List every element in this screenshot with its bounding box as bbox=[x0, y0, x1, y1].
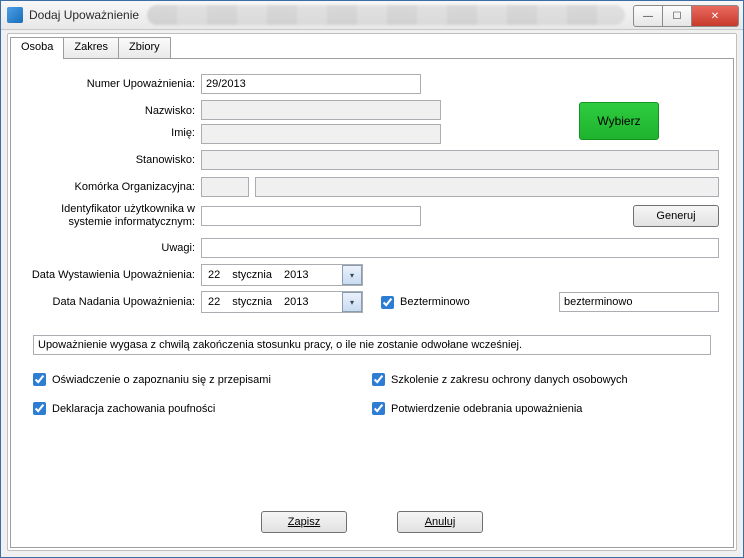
label-uwagi: Uwagi: bbox=[25, 242, 201, 255]
titlebar[interactable]: Dodaj Upoważnienie — ☐ ✕ bbox=[1, 1, 743, 30]
date-wyst-year: 2013 bbox=[278, 269, 314, 281]
tab-osoba[interactable]: Osoba bbox=[10, 37, 64, 59]
checkbox-szkolenie[interactable]: Szkolenie z zakresu ochrony danych osobo… bbox=[372, 373, 683, 386]
client-area: Osoba Zakres Zbiory Numer Upoważnienia: … bbox=[7, 33, 737, 551]
tab-page-osoba: Numer Upoważnienia: Nazwisko: Imię: Wybi… bbox=[10, 58, 734, 548]
close-button[interactable]: ✕ bbox=[692, 5, 739, 27]
label-komorka: Komórka Organizacyjna: bbox=[25, 181, 201, 194]
window-title: Dodaj Upoważnienie bbox=[29, 8, 139, 22]
field-imie bbox=[201, 124, 441, 144]
date-nad-day: 22 bbox=[202, 296, 226, 308]
checkbox-deklaracja-label: Deklaracja zachowania poufności bbox=[52, 403, 215, 415]
checkbox-potwierdzenie[interactable]: Potwierdzenie odebrania upoważnienia bbox=[372, 402, 683, 415]
checkbox-bezterminowo[interactable]: Bezterminowo bbox=[381, 296, 470, 309]
zapisz-button[interactable]: Zapisz bbox=[261, 511, 347, 533]
checkbox-deklaracja-input[interactable] bbox=[33, 402, 46, 415]
tab-zakres[interactable]: Zakres bbox=[63, 37, 119, 59]
minimize-button[interactable]: — bbox=[633, 5, 663, 27]
footer-buttons: Zapisz Anuluj bbox=[11, 511, 733, 533]
date-wyst-day: 22 bbox=[202, 269, 226, 281]
checkbox-potwierdzenie-label: Potwierdzenie odebrania upoważnienia bbox=[391, 403, 582, 415]
datepicker-nadania[interactable]: 22 stycznia 2013 ▾ bbox=[201, 291, 363, 313]
maximize-button[interactable]: ☐ bbox=[663, 5, 692, 27]
datepicker-wystawienia[interactable]: 22 stycznia 2013 ▾ bbox=[201, 264, 363, 286]
checkbox-deklaracja[interactable]: Deklaracja zachowania poufności bbox=[33, 402, 344, 415]
titlebar-background bbox=[147, 5, 625, 25]
field-komorka-kod bbox=[201, 177, 249, 197]
label-data-nad: Data Nadania Upoważnienia: bbox=[25, 296, 201, 309]
input-bezterminowo-text[interactable] bbox=[559, 292, 719, 312]
tab-zbiory[interactable]: Zbiory bbox=[118, 37, 171, 59]
input-note[interactable] bbox=[33, 335, 711, 355]
generuj-button[interactable]: Generuj bbox=[633, 205, 719, 227]
checkbox-oswiadczenie[interactable]: Oświadczenie o zapoznaniu się z przepisa… bbox=[33, 373, 344, 386]
input-uwagi[interactable] bbox=[201, 238, 719, 258]
input-ident[interactable] bbox=[201, 206, 421, 226]
checkbox-szkolenie-input[interactable] bbox=[372, 373, 385, 386]
date-wyst-month: stycznia bbox=[226, 269, 278, 281]
label-stanowisko: Stanowisko: bbox=[25, 154, 201, 167]
date-nad-year: 2013 bbox=[278, 296, 314, 308]
field-komorka-nazwa bbox=[255, 177, 719, 197]
checkbox-potwierdzenie-input[interactable] bbox=[372, 402, 385, 415]
anuluj-button[interactable]: Anuluj bbox=[397, 511, 483, 533]
checkbox-oswiadczenie-label: Oświadczenie o zapoznaniu się z przepisa… bbox=[52, 374, 271, 386]
label-nazwisko: Nazwisko: bbox=[25, 100, 195, 122]
field-nazwisko bbox=[201, 100, 441, 120]
label-imie: Imię: bbox=[25, 122, 195, 144]
checkbox-bezterminowo-input[interactable] bbox=[381, 296, 394, 309]
field-stanowisko bbox=[201, 150, 719, 170]
label-data-wyst: Data Wystawienia Upoważnienia: bbox=[25, 269, 201, 282]
wybierz-button[interactable]: Wybierz bbox=[579, 102, 659, 140]
app-icon bbox=[7, 7, 23, 23]
window: Dodaj Upoważnienie — ☐ ✕ Osoba Zakres Zb… bbox=[0, 0, 744, 558]
window-buttons: — ☐ ✕ bbox=[633, 5, 739, 25]
label-numer: Numer Upoważnienia: bbox=[25, 78, 201, 91]
calendar-icon[interactable]: ▾ bbox=[342, 265, 362, 285]
tab-strip: Osoba Zakres Zbiory bbox=[10, 36, 736, 58]
calendar-icon[interactable]: ▾ bbox=[342, 292, 362, 312]
checkbox-bezterminowo-label: Bezterminowo bbox=[400, 296, 470, 308]
label-ident: Identyfikator użytkownika w systemie inf… bbox=[25, 203, 201, 229]
checkbox-szkolenie-label: Szkolenie z zakresu ochrony danych osobo… bbox=[391, 374, 628, 386]
input-numer[interactable] bbox=[201, 74, 421, 94]
date-nad-month: stycznia bbox=[226, 296, 278, 308]
checkbox-oswiadczenie-input[interactable] bbox=[33, 373, 46, 386]
